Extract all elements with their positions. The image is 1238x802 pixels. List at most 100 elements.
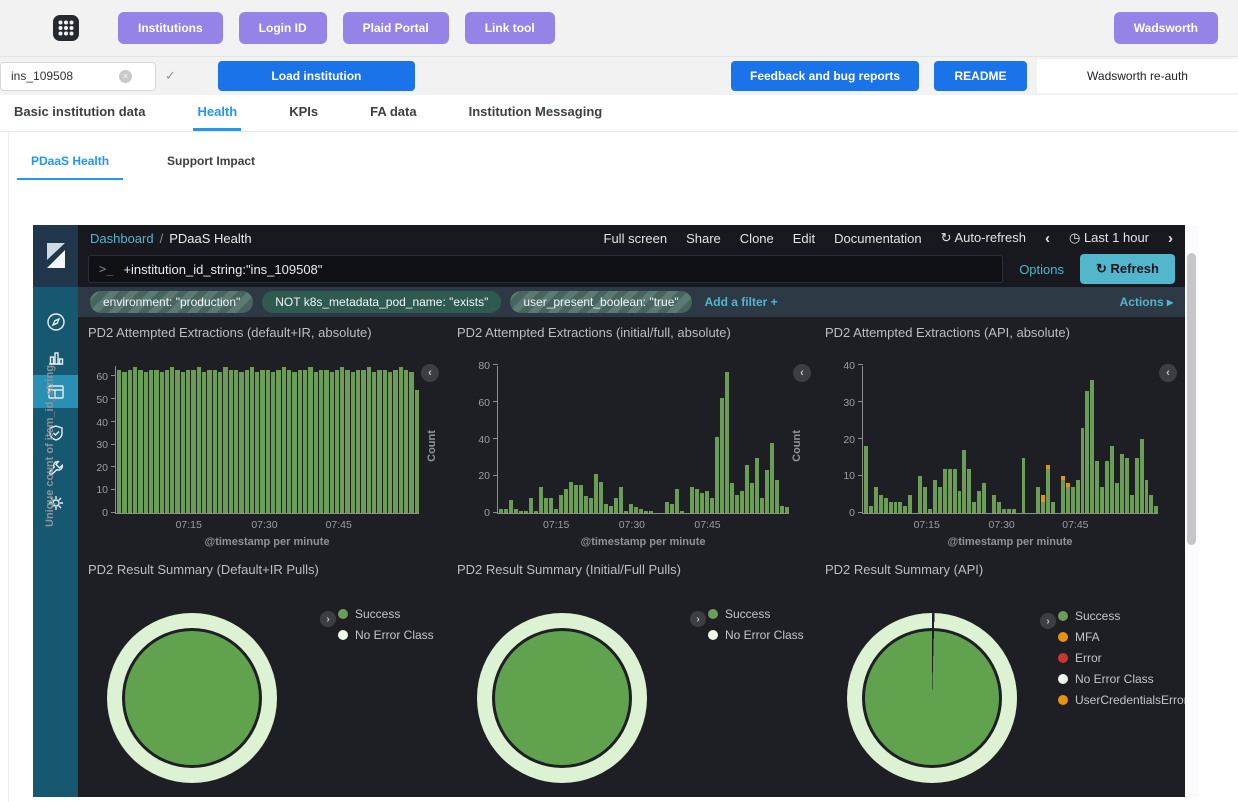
bar[interactable]: [415, 390, 419, 513]
bar[interactable]: [1149, 495, 1153, 514]
bar[interactable]: [377, 370, 381, 513]
legend-collapse-button[interactable]: ‹: [421, 364, 439, 382]
pie-chart[interactable]: [107, 613, 277, 783]
bar[interactable]: [330, 372, 334, 513]
bar[interactable]: [524, 511, 528, 513]
tab-institution-messaging[interactable]: Institution Messaging: [465, 95, 607, 131]
bar[interactable]: [599, 482, 603, 513]
bar[interactable]: [894, 502, 898, 513]
bar[interactable]: [740, 491, 744, 513]
bar[interactable]: [154, 370, 158, 513]
bar[interactable]: [144, 372, 148, 513]
bar[interactable]: [276, 370, 280, 513]
legend-item-no-error-class[interactable]: No Error Class: [708, 628, 804, 642]
tab-fa-data[interactable]: FA data: [366, 95, 420, 131]
pie-chart[interactable]: [847, 613, 1017, 783]
bar[interactable]: [138, 370, 142, 513]
bar[interactable]: [564, 489, 568, 513]
bar[interactable]: [710, 498, 714, 513]
bar[interactable]: [1066, 483, 1070, 513]
bar[interactable]: [908, 495, 912, 514]
bar[interactable]: [735, 495, 739, 514]
bar[interactable]: [720, 398, 724, 513]
bar[interactable]: [197, 367, 201, 513]
bar[interactable]: [175, 370, 179, 513]
legend-item-usercredentialserror[interactable]: UserCredentialsError: [1058, 693, 1185, 707]
bar[interactable]: [1061, 476, 1065, 513]
bar[interactable]: [255, 372, 259, 513]
tab-health[interactable]: Health: [193, 95, 241, 131]
bar[interactable]: [958, 491, 962, 513]
bar[interactable]: [992, 495, 996, 514]
bar[interactable]: [393, 370, 397, 513]
bar[interactable]: [879, 495, 883, 514]
bar[interactable]: [534, 511, 538, 513]
bar[interactable]: [191, 370, 195, 513]
tab-basic-institution-data[interactable]: Basic institution data: [10, 95, 149, 131]
bar[interactable]: [604, 504, 608, 513]
bar[interactable]: [614, 498, 618, 513]
bar[interactable]: [785, 507, 789, 513]
bar[interactable]: [388, 372, 392, 513]
bar[interactable]: [367, 367, 371, 513]
bar[interactable]: [884, 498, 888, 513]
legend-collapse-button[interactable]: ‹: [1159, 364, 1177, 382]
bar[interactable]: [213, 370, 217, 513]
bar[interactable]: [977, 491, 981, 513]
bar[interactable]: [351, 372, 355, 513]
nav-button-link-tool[interactable]: Link tool: [465, 12, 555, 44]
bar[interactable]: [1120, 454, 1124, 513]
bar[interactable]: [889, 502, 893, 513]
bar[interactable]: [579, 485, 583, 513]
legend-item-success[interactable]: Success: [338, 607, 434, 621]
bar[interactable]: [266, 370, 270, 513]
bar[interactable]: [409, 372, 413, 513]
bar[interactable]: [372, 372, 376, 513]
load-institution-button[interactable]: Load institution: [218, 61, 415, 91]
bar[interactable]: [554, 509, 558, 513]
dashboard-scrollbar-track[interactable]: [1185, 225, 1199, 797]
bar[interactable]: [1115, 483, 1119, 513]
bar[interactable]: [938, 487, 942, 513]
bar[interactable]: [569, 482, 573, 513]
bar[interactable]: [644, 511, 648, 513]
bar[interactable]: [1140, 439, 1144, 513]
bar[interactable]: [128, 370, 132, 513]
bar[interactable]: [594, 474, 598, 513]
bar[interactable]: [1036, 487, 1040, 513]
bar[interactable]: [780, 506, 784, 513]
bar[interactable]: [1051, 502, 1055, 513]
filter-pill[interactable]: NOT k8s_metadata_pod_name: "exists": [262, 291, 501, 313]
bar[interactable]: [680, 511, 684, 513]
bar[interactable]: [202, 372, 206, 513]
bar[interactable]: [356, 370, 360, 513]
legend-item-no-error-class[interactable]: No Error Class: [1058, 672, 1185, 686]
bar[interactable]: [1154, 506, 1158, 513]
bar[interactable]: [624, 511, 628, 513]
bar[interactable]: [509, 500, 513, 513]
bar-chart-plot[interactable]: 010203040506007:1507:3007:45: [115, 366, 419, 514]
bar[interactable]: [745, 465, 749, 513]
bar[interactable]: [117, 370, 121, 513]
bar[interactable]: [670, 504, 674, 513]
legend-expand-button[interactable]: ›: [1040, 613, 1056, 629]
bar[interactable]: [869, 506, 873, 513]
bar[interactable]: [223, 367, 227, 513]
bar[interactable]: [1012, 509, 1016, 513]
bar[interactable]: [665, 502, 669, 513]
bar[interactable]: [1007, 509, 1011, 513]
bar[interactable]: [1110, 446, 1114, 513]
subtab-pdaas-health[interactable]: PDaaS Health: [17, 146, 123, 180]
bar[interactable]: [122, 372, 126, 513]
bar[interactable]: [298, 370, 302, 513]
bar[interactable]: [1105, 461, 1109, 513]
bar[interactable]: [1130, 495, 1134, 514]
menu-documentation[interactable]: Documentation: [834, 231, 921, 246]
bar[interactable]: [1041, 495, 1045, 513]
bar[interactable]: [218, 372, 222, 513]
bar[interactable]: [574, 485, 578, 513]
nav-button-institutions[interactable]: Institutions: [118, 12, 223, 44]
bar[interactable]: [514, 509, 518, 513]
bar[interactable]: [549, 498, 553, 513]
bar[interactable]: [997, 502, 1001, 513]
